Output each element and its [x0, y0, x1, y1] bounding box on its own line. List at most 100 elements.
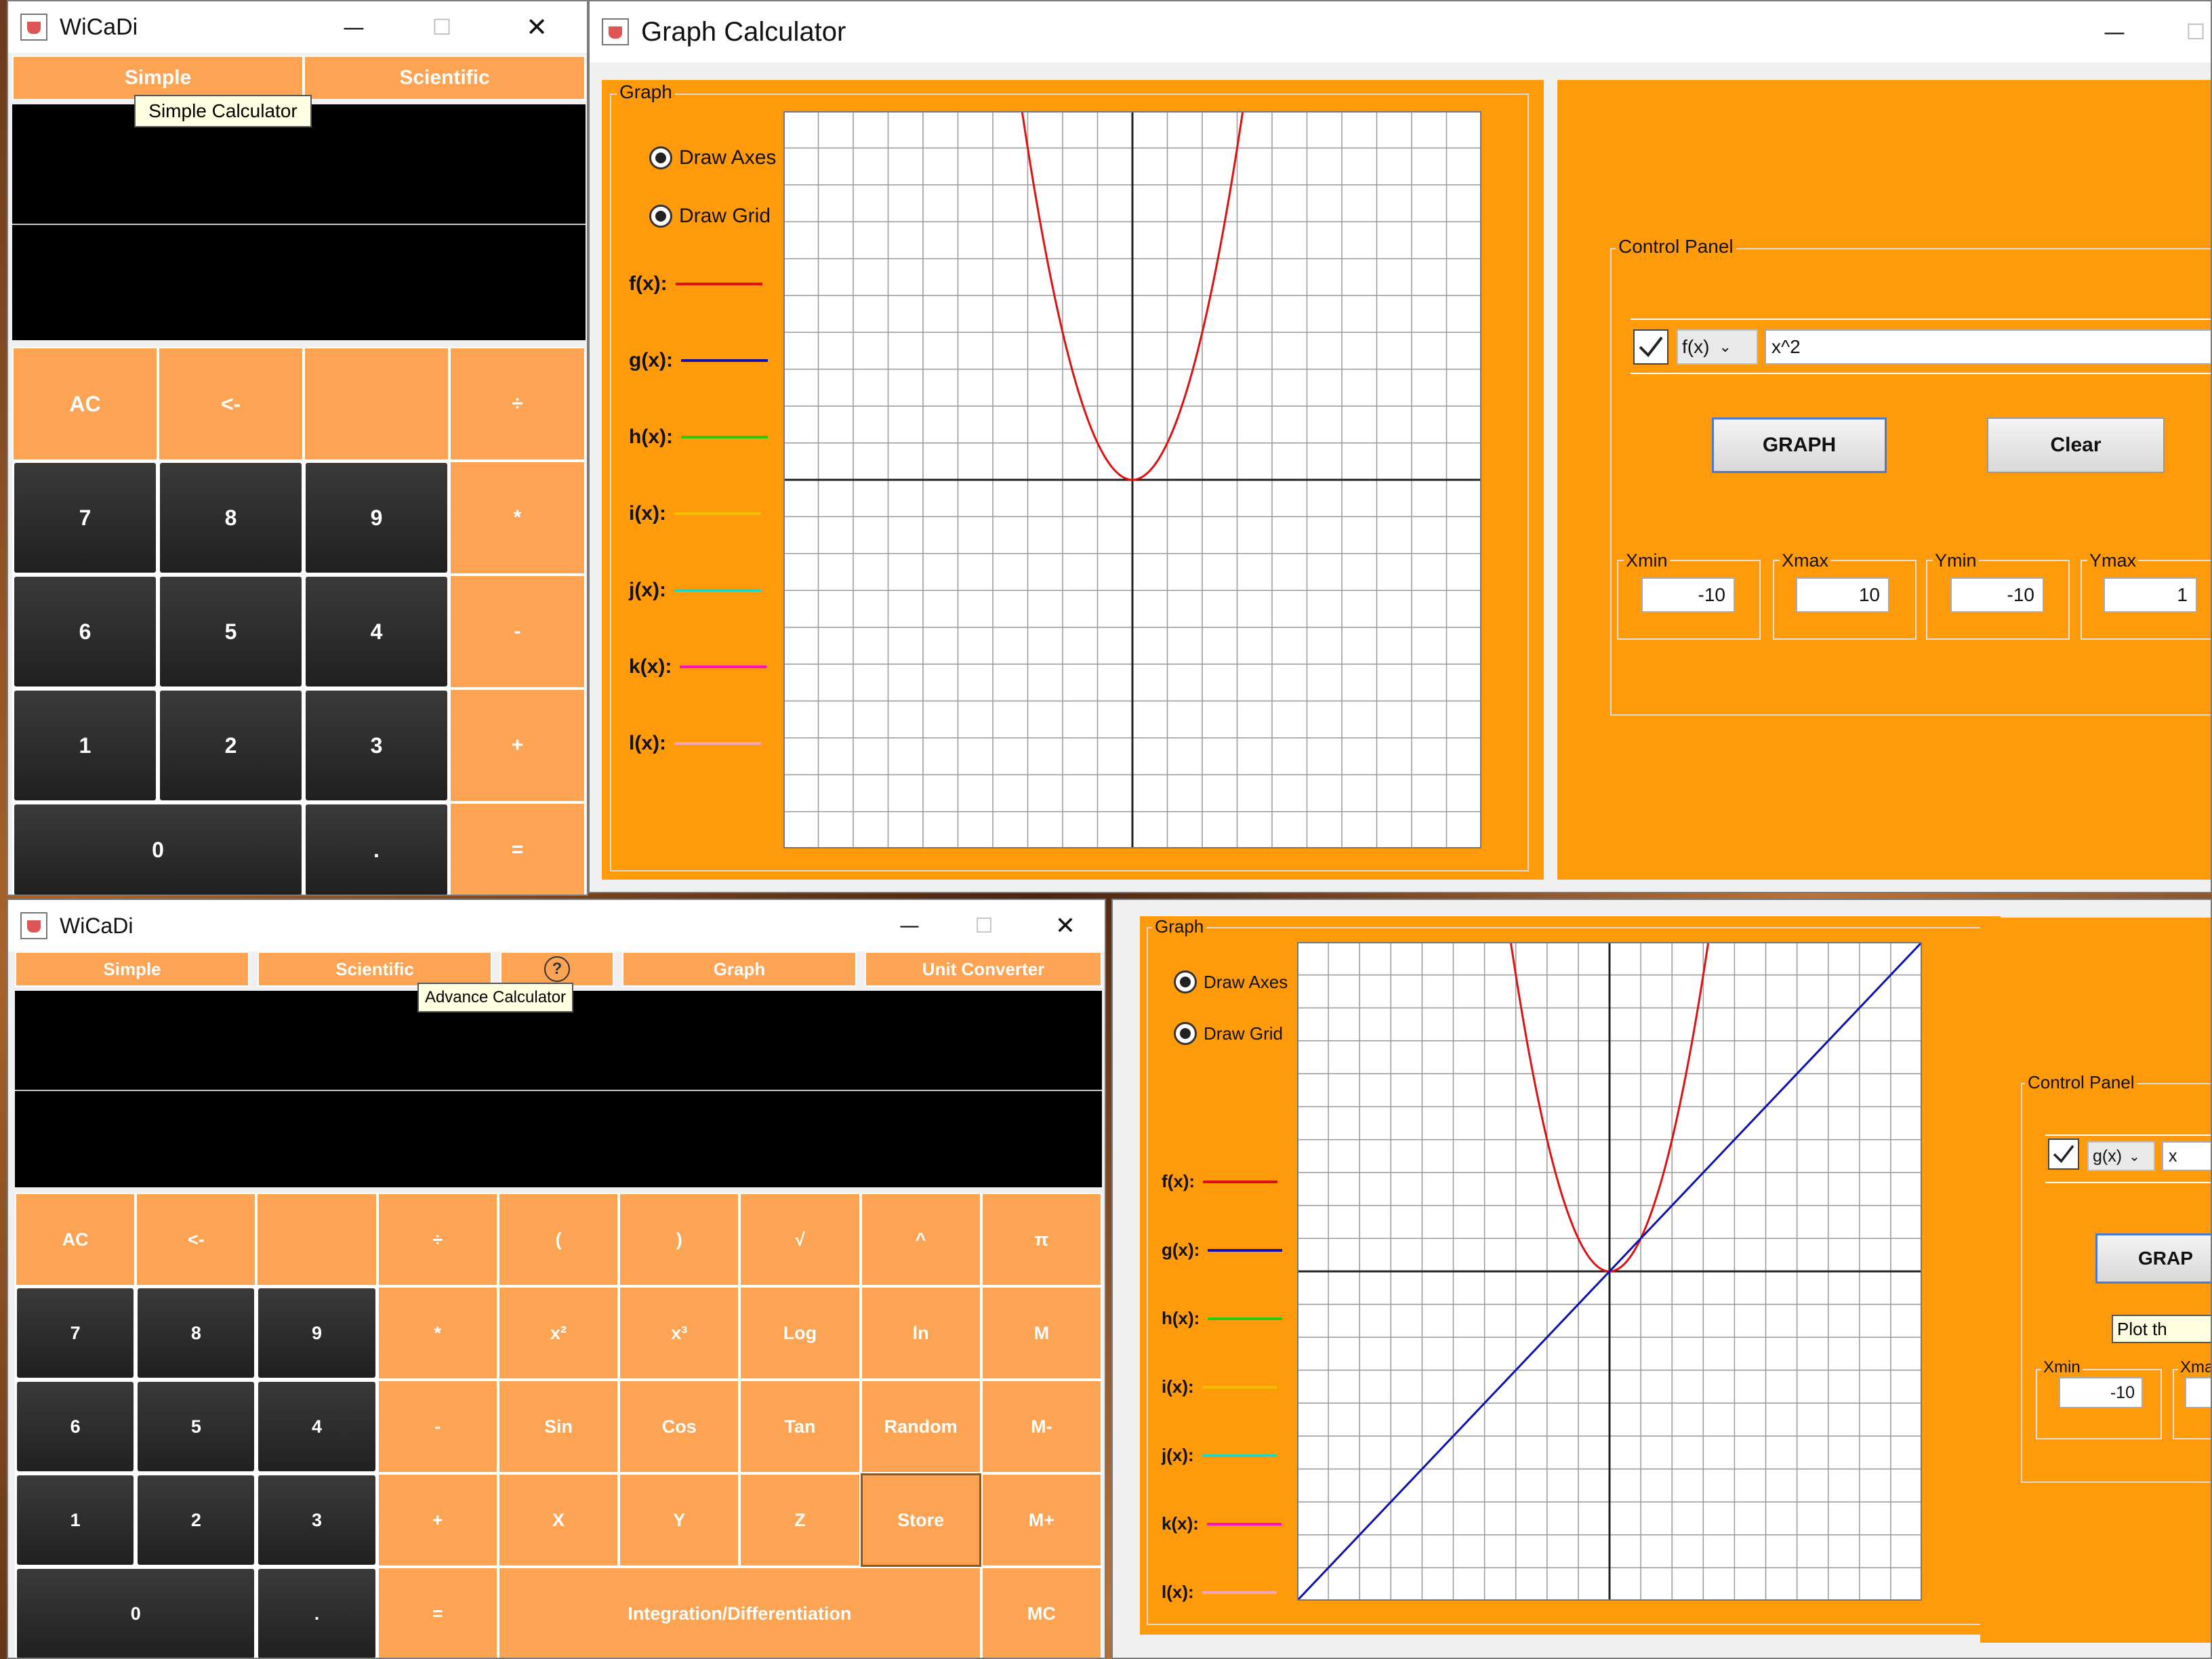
function-select[interactable]: g(x) ⌄ [2087, 1141, 2155, 1171]
graph-button[interactable]: GRAPH [1712, 417, 1887, 473]
title-bar[interactable]: Graph Calculator — ☐ [590, 1, 2211, 62]
key-minus[interactable]: - [449, 575, 586, 689]
key-store[interactable]: Store [860, 1473, 981, 1567]
key-power[interactable]: ^ [860, 1193, 981, 1286]
xmax-input[interactable] [2185, 1377, 2211, 1408]
key-ac[interactable]: AC [12, 347, 158, 461]
key-8[interactable]: 8 [136, 1286, 257, 1380]
ymin-input[interactable]: -10 [1950, 577, 2044, 613]
graph-button[interactable]: GRAP [2095, 1233, 2211, 1284]
key-5[interactable]: 5 [136, 1380, 257, 1473]
key-random[interactable]: Random [860, 1380, 981, 1473]
key-3[interactable]: 3 [304, 689, 449, 802]
key-multiply[interactable]: * [377, 1286, 498, 1380]
tab-graph[interactable]: Graph [622, 951, 857, 987]
tab-simple[interactable]: Simple [15, 951, 249, 987]
key-memory-clear[interactable]: MC [981, 1567, 1102, 1658]
tab-simple[interactable]: Simple [12, 56, 304, 100]
key-7[interactable]: 7 [12, 461, 158, 575]
key-2[interactable]: 2 [158, 689, 304, 802]
close-button[interactable]: ✕ [503, 1, 571, 53]
key-7[interactable]: 7 [15, 1286, 136, 1380]
key-ln[interactable]: ln [860, 1286, 981, 1380]
tab-scientific[interactable]: Scientific [258, 951, 492, 987]
close-button[interactable]: ✕ [1031, 900, 1099, 951]
key-9[interactable]: 9 [256, 1286, 377, 1380]
key-cube[interactable]: x³ [619, 1286, 740, 1380]
key-tan[interactable]: Tan [739, 1380, 861, 1473]
graph-canvas[interactable] [1297, 942, 1922, 1601]
key-plus[interactable]: + [377, 1473, 498, 1567]
minimize-button[interactable]: — [327, 1, 381, 53]
key-divide[interactable]: ÷ [377, 1193, 498, 1286]
key-4[interactable]: 4 [304, 575, 449, 689]
maximize-button[interactable]: ☐ [415, 1, 469, 53]
clear-button[interactable]: Clear [1987, 417, 2165, 473]
xmin-input[interactable]: -10 [2059, 1377, 2143, 1408]
tab-unit-converter[interactable]: Unit Converter [865, 951, 1102, 987]
xmax-input[interactable]: 10 [1796, 577, 1889, 613]
function-select[interactable]: f(x) ⌄ [1677, 329, 1758, 365]
function-expression-input[interactable]: x [2162, 1141, 2211, 1171]
key-6[interactable]: 6 [12, 575, 158, 689]
key-y[interactable]: Y [619, 1473, 740, 1567]
function-expression-input[interactable]: x^2 [1765, 329, 2211, 365]
key-equals[interactable]: = [377, 1567, 498, 1658]
key-blank[interactable] [304, 347, 449, 461]
graph-panel: Graph Draw Axes Draw Grid f(x): g(x): h(x)… [602, 80, 1544, 880]
key-square[interactable]: x² [497, 1286, 619, 1380]
function-enabled-checkbox[interactable] [2048, 1139, 2079, 1170]
key-pi[interactable]: π [981, 1193, 1102, 1286]
key-6[interactable]: 6 [15, 1380, 136, 1473]
key-equals[interactable]: = [449, 802, 586, 895]
key-log[interactable]: Log [739, 1286, 861, 1380]
minimize-button[interactable]: — [2087, 1, 2142, 62]
key-0[interactable]: 0 [15, 1567, 257, 1658]
key-open-paren[interactable]: ( [497, 1193, 619, 1286]
draw-grid-option[interactable]: Draw Grid [649, 205, 771, 228]
key-decimal[interactable]: . [256, 1567, 377, 1658]
key-2[interactable]: 2 [136, 1473, 257, 1567]
key-0[interactable]: 0 [12, 802, 304, 895]
key-8[interactable]: 8 [158, 461, 304, 575]
draw-grid-option[interactable]: Draw Grid [1174, 1022, 1283, 1045]
key-decimal[interactable]: . [304, 802, 449, 895]
key-sin[interactable]: Sin [497, 1380, 619, 1473]
tab-scientific[interactable]: Scientific [304, 56, 586, 100]
key-1[interactable]: 1 [12, 689, 158, 802]
graph-canvas[interactable] [783, 111, 1481, 848]
key-memory[interactable]: M [981, 1286, 1102, 1380]
title-bar[interactable]: WiCaDi — ☐ ✕ [8, 900, 1105, 951]
key-sqrt[interactable]: √ [739, 1193, 861, 1286]
key-z[interactable]: Z [739, 1473, 861, 1567]
xmin-input[interactable]: -10 [1641, 577, 1735, 613]
key-3[interactable]: 3 [256, 1473, 377, 1567]
minimize-button[interactable]: — [882, 900, 937, 951]
key-memory-minus[interactable]: M- [981, 1380, 1102, 1473]
key-x[interactable]: X [497, 1473, 619, 1567]
key-multiply[interactable]: * [449, 461, 586, 575]
maximize-button[interactable]: ☐ [2175, 1, 2211, 62]
maximize-button[interactable]: ☐ [957, 900, 1011, 951]
key-ac[interactable]: AC [15, 1193, 136, 1286]
draw-axes-option[interactable]: Draw Axes [649, 146, 776, 169]
ymax-input[interactable]: 1 [2104, 577, 2197, 613]
key-cos[interactable]: Cos [619, 1380, 740, 1473]
key-9[interactable]: 9 [304, 461, 449, 575]
key-backspace[interactable]: <- [158, 347, 304, 461]
title-bar[interactable]: WiCaDi — ☐ ✕ [8, 1, 587, 53]
function-enabled-checkbox[interactable] [1633, 329, 1668, 365]
key-integration-differentiation[interactable]: Integration/Differentiation [497, 1567, 981, 1658]
key-divide[interactable]: ÷ [449, 347, 586, 461]
key-close-paren[interactable]: ) [619, 1193, 740, 1286]
key-plus[interactable]: + [449, 689, 586, 802]
key-4[interactable]: 4 [256, 1380, 377, 1473]
tab-help[interactable]: ? [500, 951, 614, 987]
key-5[interactable]: 5 [158, 575, 304, 689]
key-memory-plus[interactable]: M+ [981, 1473, 1102, 1567]
key-backspace[interactable]: <- [136, 1193, 257, 1286]
key-1[interactable]: 1 [15, 1473, 136, 1567]
key-blank[interactable] [256, 1193, 377, 1286]
key-minus[interactable]: - [377, 1380, 498, 1473]
draw-axes-option[interactable]: Draw Axes [1174, 970, 1288, 994]
